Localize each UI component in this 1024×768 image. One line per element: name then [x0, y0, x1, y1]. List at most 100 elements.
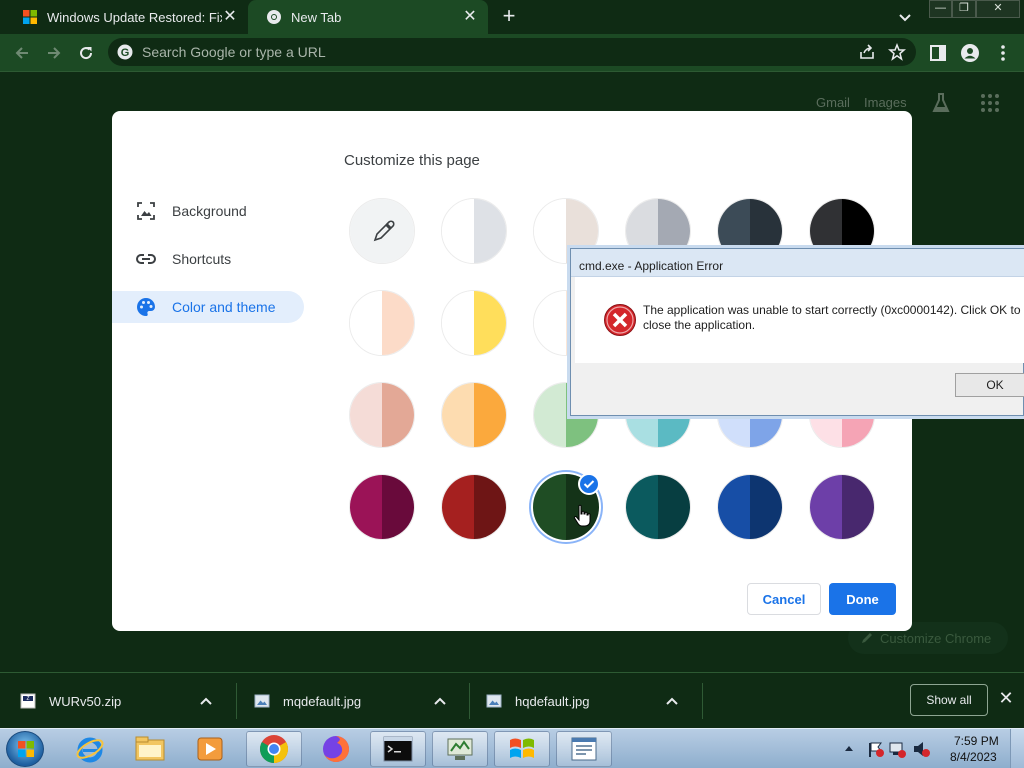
clock-date[interactable]: 8/4/2023: [950, 750, 997, 764]
color-swatch[interactable]: [349, 474, 415, 540]
color-swatch[interactable]: [441, 290, 507, 356]
windows-taskbar: 7:59 PM 8/4/2023: [0, 728, 1024, 768]
color-swatch[interactable]: [349, 290, 415, 356]
color-swatch[interactable]: [441, 198, 507, 264]
tab-new-tab[interactable]: New Tab ✕: [248, 0, 488, 34]
done-button[interactable]: Done: [829, 583, 896, 615]
menu-kebab-icon[interactable]: [993, 43, 1013, 63]
color-swatch[interactable]: [809, 474, 875, 540]
tab-strip: Windows Update Restored: Fix W ✕ New Tab…: [0, 0, 1024, 34]
minimize-button[interactable]: —: [929, 0, 952, 18]
download-item[interactable]: mqdefault.jpg: [254, 681, 447, 721]
taskbar-windows-update[interactable]: [494, 731, 550, 767]
back-arrow-icon[interactable]: [12, 43, 32, 63]
pencil-icon: [862, 633, 872, 643]
color-swatch[interactable]: [441, 382, 507, 448]
clock-time[interactable]: 7:59 PM: [954, 734, 999, 748]
nav-item-background[interactable]: Background: [112, 195, 304, 227]
divider: [702, 683, 703, 719]
divider: [469, 683, 470, 719]
customize-chrome-label: Customize Chrome: [880, 630, 992, 646]
tab-title: New Tab: [291, 9, 342, 25]
tab-windows-update[interactable]: Windows Update Restored: Fix W ✕: [4, 0, 248, 34]
taskbar-firefox[interactable]: [308, 731, 364, 767]
color-swatch[interactable]: [441, 474, 507, 540]
document-app-icon: [571, 737, 597, 761]
swatch-left-half: [534, 199, 566, 263]
internet-explorer-icon: [76, 737, 104, 763]
show-all-downloads-button[interactable]: Show all: [910, 684, 988, 716]
cmd-icon: [383, 736, 413, 762]
ok-button[interactable]: OK: [955, 373, 1024, 397]
maximize-button[interactable]: ❐: [952, 0, 976, 18]
selected-check-icon: [578, 473, 600, 495]
nav-item-label: Background: [172, 203, 247, 219]
system-tray[interactable]: [842, 735, 942, 763]
taskbar-file-explorer[interactable]: [122, 731, 178, 767]
nav-item-shortcuts[interactable]: Shortcuts: [112, 243, 304, 275]
show-desktop-button[interactable]: [1010, 729, 1024, 768]
browser-toolbar: G Search Google or type a URL: [0, 34, 1024, 72]
labs-flask-icon[interactable]: [931, 92, 951, 114]
profile-avatar-icon[interactable]: [960, 43, 980, 63]
reload-icon[interactable]: [76, 43, 96, 63]
close-download-shelf-icon[interactable]: ✕: [998, 689, 1014, 707]
download-filename: hqdefault.jpg: [515, 693, 590, 709]
download-filename: mqdefault.jpg: [283, 693, 362, 709]
nav-item-color-and-theme[interactable]: Color and theme: [112, 291, 304, 323]
swatch-right-half: [474, 383, 506, 447]
taskbar-cmd[interactable]: [370, 731, 426, 767]
chevron-up-icon[interactable]: [665, 696, 679, 706]
images-link[interactable]: Images: [864, 95, 907, 110]
swatch-right-half: [382, 383, 414, 447]
swatch-right-half: [474, 199, 506, 263]
new-tab-button[interactable]: +: [498, 5, 520, 28]
cancel-button[interactable]: Cancel: [747, 583, 821, 615]
tab-title: Windows Update Restored: Fix W: [47, 9, 222, 25]
taskbar-network-tool[interactable]: [432, 731, 488, 767]
chevron-down-icon[interactable]: [896, 8, 914, 26]
error-dialog-body: The application was unable to start corr…: [575, 277, 1024, 363]
image-icon: [137, 202, 155, 220]
taskbar-media-player[interactable]: [182, 731, 238, 767]
share-icon[interactable]: [858, 43, 876, 61]
swatch-left-half: [810, 475, 842, 539]
forward-arrow-icon[interactable]: [44, 43, 64, 63]
taskbar-internet-explorer[interactable]: [62, 731, 118, 767]
taskbar-chrome[interactable]: [246, 731, 302, 767]
download-item[interactable]: hqdefault.jpg: [486, 681, 679, 721]
download-filename: WURv50.zip: [49, 693, 122, 709]
custom-color-swatch[interactable]: [349, 198, 415, 264]
media-player-icon: [197, 737, 223, 761]
chevron-up-icon[interactable]: [199, 696, 213, 706]
chevron-up-icon[interactable]: [433, 696, 447, 706]
windows-logo-icon: [23, 10, 37, 24]
chrome-icon: [267, 10, 281, 24]
close-tab-icon[interactable]: ✕: [462, 9, 478, 25]
taskbar-document-app[interactable]: [556, 731, 612, 767]
divider: [236, 683, 237, 719]
window-close-button[interactable]: ✕: [976, 0, 1020, 18]
network-tool-icon: [447, 738, 473, 760]
color-swatch[interactable]: [625, 474, 691, 540]
address-bar[interactable]: G Search Google or type a URL: [108, 38, 916, 66]
tray-expand-icon: [845, 746, 853, 751]
color-swatch[interactable]: [349, 382, 415, 448]
error-dialog-titlebar[interactable]: cmd.exe - Application Error: [571, 249, 1024, 277]
firefox-icon: [323, 736, 349, 762]
swatch-right-half: [382, 291, 414, 355]
side-panel-icon[interactable]: [928, 43, 948, 63]
color-swatch[interactable]: [717, 474, 783, 540]
close-tab-icon[interactable]: ✕: [222, 9, 238, 25]
apps-grid-icon[interactable]: [980, 93, 1000, 113]
nav-item-label: Shortcuts: [172, 251, 232, 267]
google-g-icon: G: [117, 44, 133, 60]
network-status-icon: [889, 742, 906, 758]
bookmark-star-icon[interactable]: [888, 43, 906, 61]
nav-item-label: Color and theme: [172, 299, 276, 315]
swatch-left-half: [442, 383, 474, 447]
swatch-left-half: [718, 475, 750, 539]
gmail-link[interactable]: Gmail: [816, 95, 850, 110]
download-item[interactable]: Z WURv50.zip: [20, 681, 213, 721]
start-button[interactable]: [6, 731, 44, 767]
